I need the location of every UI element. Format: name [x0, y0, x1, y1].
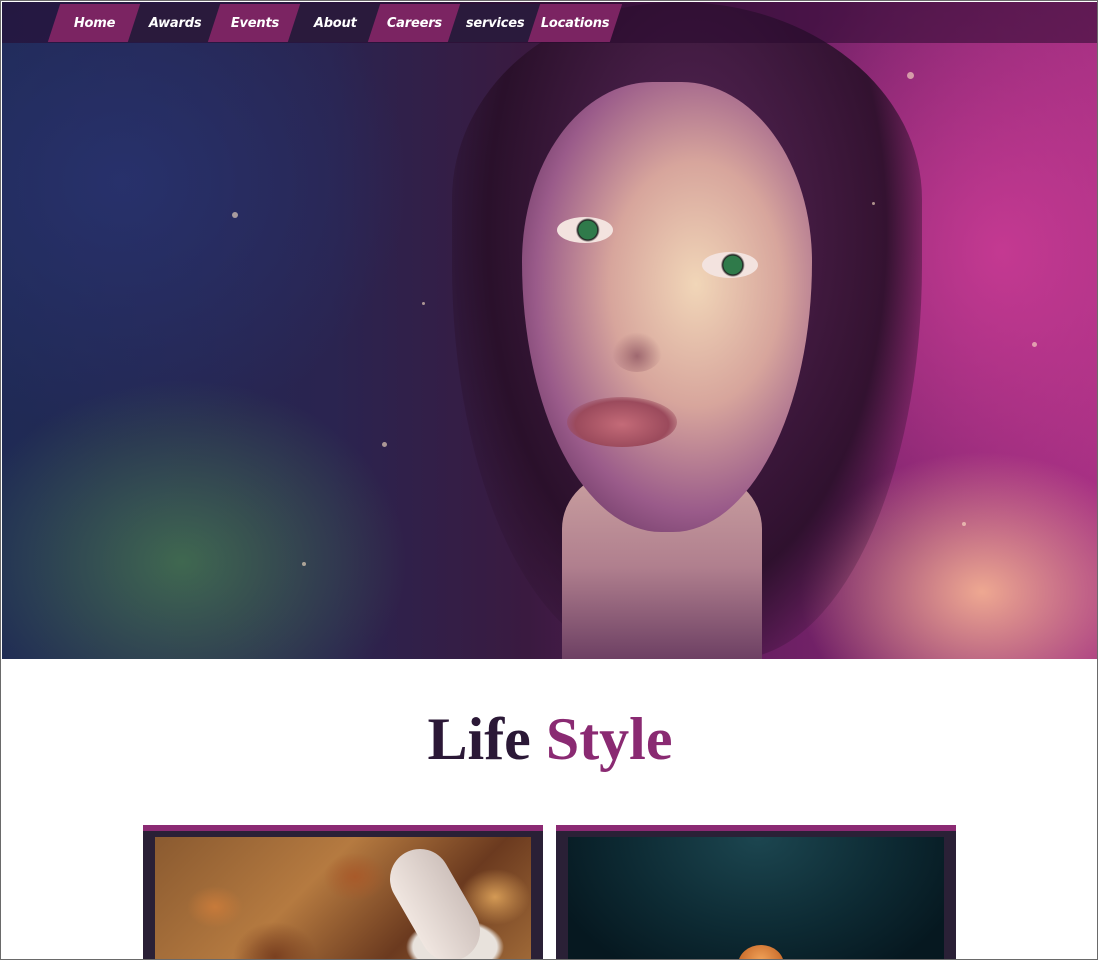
hero-nose-shape — [612, 332, 662, 372]
hero-speck — [872, 202, 875, 205]
card-image-figure — [738, 945, 784, 959]
main-navigation: Home Awards Events About Careers service… — [2, 2, 1097, 43]
card-image-spotlight — [568, 837, 944, 959]
hero-speck — [962, 522, 966, 526]
nav-item-events[interactable]: Events — [207, 4, 303, 42]
nav-item-label: Events — [230, 15, 280, 31]
hero-speck — [422, 302, 425, 305]
hero-eye-left — [557, 217, 613, 243]
lifestyle-card-autumn[interactable] — [143, 825, 543, 959]
card-image-autumn-leaves — [155, 837, 531, 959]
nav-item-services[interactable]: services — [447, 4, 543, 42]
nav-item-awards[interactable]: Awards — [127, 4, 223, 42]
hero-speck — [302, 562, 306, 566]
nav-item-about[interactable]: About — [287, 4, 383, 42]
nav-item-label: Home — [74, 15, 116, 31]
hero-lips-shape — [567, 397, 677, 447]
nav-item-label: About — [313, 15, 357, 31]
section-title-part1: Life — [427, 706, 531, 772]
hero-speck — [1032, 342, 1037, 347]
hero-speck — [232, 212, 238, 218]
section-title: Life Style — [1, 701, 1097, 777]
nav-item-label: Locations — [540, 15, 610, 31]
nav-item-careers[interactable]: Careers — [367, 4, 463, 42]
card-image-figure — [379, 838, 491, 959]
nav-item-home[interactable]: Home — [47, 4, 143, 42]
lifestyle-card-spotlight[interactable] — [556, 825, 956, 959]
nav-item-label: Awards — [148, 15, 202, 31]
nav-item-label: services — [465, 15, 525, 31]
hero-eye-right — [702, 252, 758, 278]
page: Home Awards Events About Careers service… — [0, 0, 1098, 960]
section-title-part2: Style — [545, 706, 673, 772]
nav-item-label: Careers — [387, 15, 443, 31]
hero-banner-image — [2, 2, 1097, 659]
hero-speck — [907, 72, 914, 79]
nav-item-locations[interactable]: Locations — [527, 4, 623, 42]
hero-speck — [382, 442, 387, 447]
